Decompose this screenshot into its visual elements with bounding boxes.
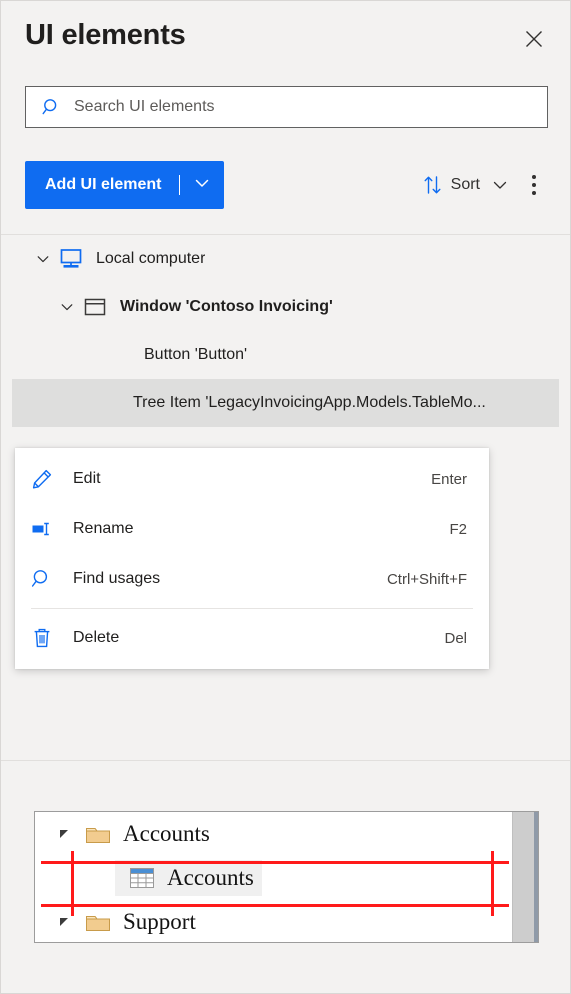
monitor-icon [58,248,84,270]
tree-row[interactable]: Button 'Button' [12,331,559,379]
context-menu-separator [31,608,473,609]
tree-row-label: Tree Item 'LegacyInvoicingApp.Models.Tab… [133,394,486,411]
close-icon [525,30,543,48]
chevron-down-icon [194,175,210,196]
tree-row-label: Button 'Button' [144,346,248,363]
folder-icon [85,824,111,845]
search-input[interactable] [74,87,547,127]
window-icon [82,296,108,318]
more-vertical-icon [532,173,536,197]
tree-row-label: Window 'Contoso Invoicing' [120,298,333,315]
context-menu-shortcut: Del [444,629,467,647]
close-button[interactable] [516,21,552,57]
tree-row-selected[interactable]: Tree Item 'LegacyInvoicingApp.Models.Tab… [12,379,559,427]
ui-elements-panel: UI elements Add UI element [0,0,571,994]
pencil-icon [31,467,61,491]
context-menu-label: Delete [73,629,120,646]
add-ui-element-button[interactable]: Add UI element [25,161,225,209]
preview-row-label: Accounts [123,821,210,846]
highlight-line-right [491,851,494,916]
context-menu-shortcut: Ctrl+Shift+F [386,570,467,588]
context-menu-item-delete[interactable]: Delete Del [15,613,489,663]
highlight-line-top [41,861,509,864]
context-menu-label: Find usages [73,570,161,587]
chevron-down-icon[interactable] [32,248,54,270]
search-icon [31,567,61,591]
tree-row[interactable]: Local computer [12,235,559,283]
element-preview-image: Accounts Accounts Support [34,811,539,943]
preview-row-label: Accounts [167,865,254,890]
more-commands-button[interactable] [516,167,552,203]
element-preview-area: Accounts Accounts Support [1,761,570,993]
add-ui-element-label: Add UI element [45,176,162,193]
context-menu-label: Edit [73,470,101,487]
search-icon [42,97,62,117]
tree-row-label: Local computer [96,250,206,267]
preview-tree-row-selected: Accounts [115,860,262,896]
expand-arrow-icon [57,827,71,841]
context-menu-label: Rename [73,520,134,537]
table-grid-icon [129,866,155,890]
highlight-line-bottom [41,904,509,907]
highlight-line-left [71,851,74,916]
rename-icon [31,517,61,541]
context-menu-item-edit[interactable]: Edit Enter [15,454,489,504]
preview-tree-row: Accounts [35,812,538,856]
expand-arrow-icon [57,915,71,929]
trash-icon [31,626,61,650]
panel-header: UI elements [1,1,570,73]
context-menu-shortcut: F2 [449,520,467,538]
preview-row-label: Support [123,909,196,934]
command-bar: Add UI element Sort [1,161,570,211]
sort-arrows-icon [423,174,443,196]
add-ui-element-caret[interactable] [180,161,224,209]
context-menu: Edit Enter Rename F2 Find usages Ctrl+Sh… [15,448,489,669]
context-menu-shortcut: Enter [431,470,467,488]
context-menu-item-find-usages[interactable]: Find usages Ctrl+Shift+F [15,554,489,604]
search-box[interactable] [25,86,548,128]
chevron-down-icon[interactable] [56,296,78,318]
tree-row[interactable]: Window 'Contoso Invoicing' [12,283,559,331]
chevron-down-icon[interactable] [492,177,508,193]
context-menu-item-rename[interactable]: Rename F2 [15,504,489,554]
sort-button[interactable]: Sort [423,167,508,203]
page-title: UI elements [25,19,186,51]
sort-label: Sort [450,176,480,193]
folder-icon [85,912,111,933]
